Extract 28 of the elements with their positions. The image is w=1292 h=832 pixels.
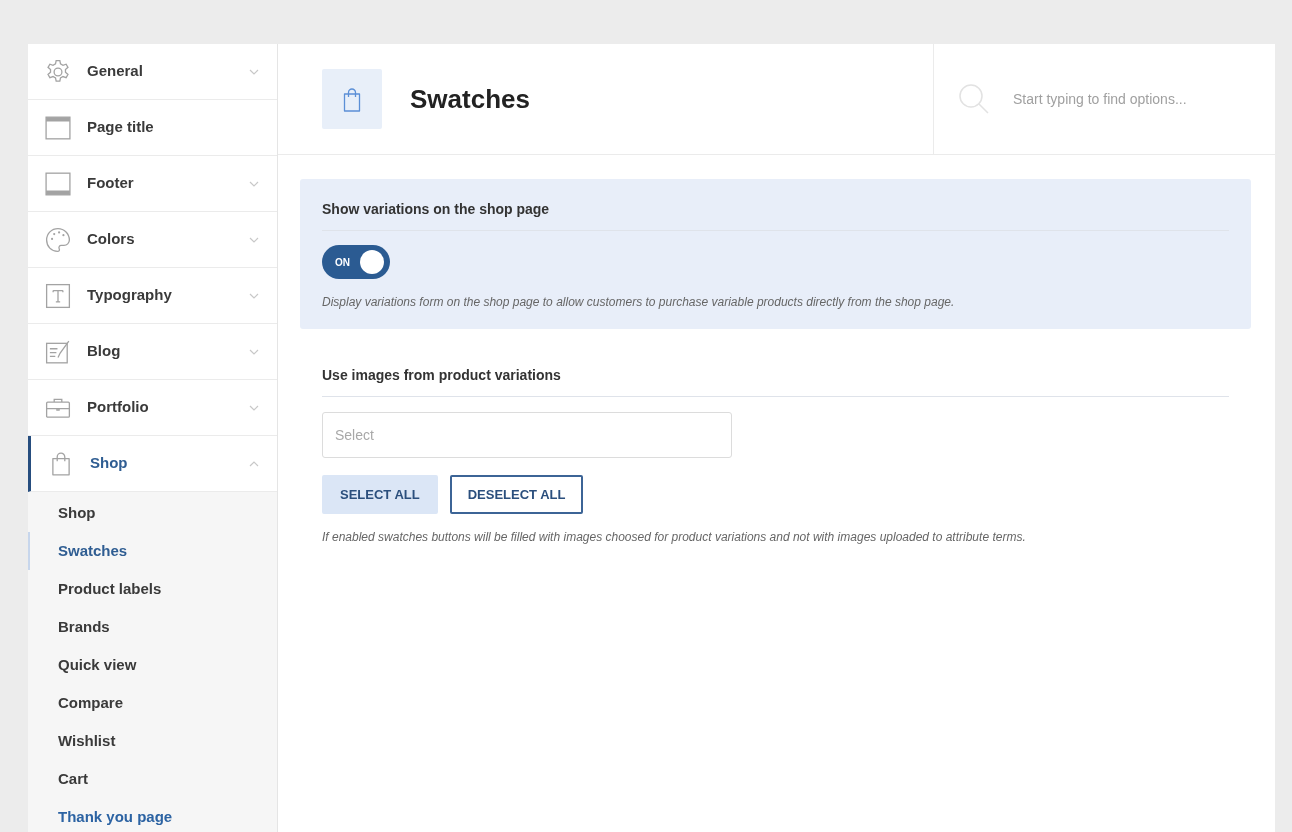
shopping-bag-icon — [322, 69, 382, 129]
window-icon — [45, 170, 71, 197]
select-field[interactable]: Select — [322, 412, 732, 458]
submenu-item[interactable]: Cart — [28, 760, 277, 798]
window-icon — [45, 114, 71, 141]
submenu-item[interactable]: Brands — [28, 608, 277, 646]
text-box-icon — [45, 282, 71, 309]
submenu-item[interactable]: Wishlist — [28, 722, 277, 760]
palette-icon — [45, 226, 71, 253]
submenu-item[interactable]: Shop — [28, 494, 277, 532]
section-title: Use images from product variations — [322, 365, 1229, 397]
gear-icon — [45, 58, 71, 85]
submenu-item[interactable]: Compare — [28, 684, 277, 722]
submenu-item[interactable]: Product labels — [28, 570, 277, 608]
section-title: Show variations on the shop page — [322, 199, 1229, 231]
search-field[interactable]: Start typing to find options... — [1013, 81, 1263, 117]
edit-document-icon — [45, 338, 71, 365]
submenu-item[interactable]: Quick view — [28, 646, 277, 684]
deselect-all-button[interactable]: DESELECT ALL — [449, 475, 584, 514]
submenu-item[interactable]: Thank you page — [28, 798, 277, 832]
sidebar-item[interactable]: Shop — [28, 436, 277, 492]
description-text: Display variations form on the shop page to allow customers to purchase variable products directly from the shop page. — [322, 294, 956, 311]
page-title: Swatches — [410, 82, 530, 116]
description-text: If enabled swatches buttons will be filled with images choosed for product variations and not with images uploaded to attribute terms. — [322, 529, 1027, 546]
search-icon — [958, 83, 990, 115]
toggle-switch[interactable]: ON — [322, 245, 390, 279]
submenu-item[interactable]: Swatches — [28, 532, 277, 570]
select-all-button[interactable]: SELECT ALL — [322, 475, 438, 514]
